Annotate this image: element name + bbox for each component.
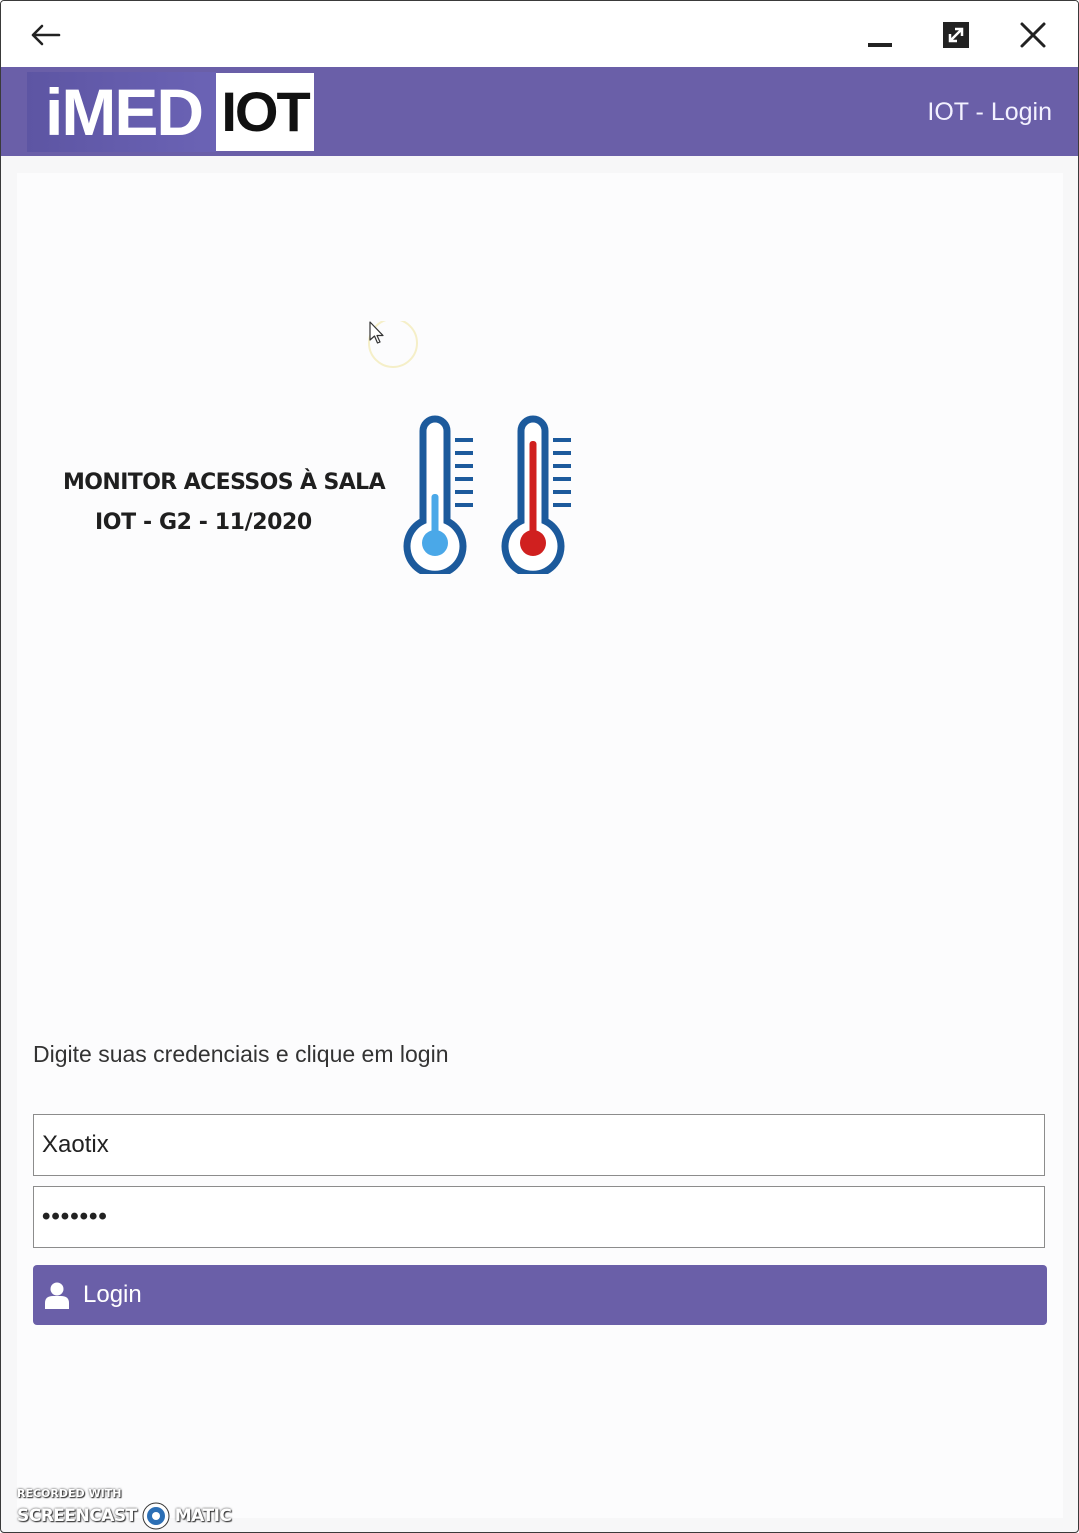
- watermark-part-2: MATIC: [174, 1506, 232, 1526]
- close-button[interactable]: [1013, 15, 1053, 55]
- logo-imed-text: iMED: [27, 72, 216, 152]
- password-input[interactable]: •••••••: [33, 1186, 1045, 1248]
- thermometer-hot-icon: [501, 415, 571, 574]
- window-titlebar: [1, 1, 1078, 67]
- close-icon: [1020, 22, 1046, 48]
- minimize-button[interactable]: [859, 15, 899, 55]
- maximize-button[interactable]: [936, 15, 976, 55]
- app-header: iMED IOT IOT - Login: [1, 67, 1078, 156]
- imed-iot-logo: iMED IOT: [27, 72, 314, 152]
- maximize-icon: [943, 22, 969, 48]
- page-title: IOT - Login: [927, 98, 1052, 126]
- watermark-part-1: SCREENCAST: [17, 1506, 137, 1526]
- banner-line-1: MONITOR ACESSOS À SALA: [63, 470, 386, 495]
- login-content: MONITOR ACESSOS À SALA IOT - G2 - 11/202…: [17, 173, 1063, 1518]
- banner-title: MONITOR ACESSOS À SALA IOT - G2 - 11/202…: [63, 463, 403, 543]
- login-button[interactable]: Login: [33, 1265, 1047, 1325]
- arrow-left-icon: [31, 24, 61, 46]
- minimize-icon: [868, 43, 892, 47]
- logo-iot-text: IOT: [216, 73, 314, 151]
- login-instruction: Digite suas credenciais e clique em logi…: [33, 1041, 449, 1067]
- watermark-recorded-with: RECORDED WITH: [17, 1487, 122, 1500]
- banner-line-2: IOT - G2 - 11/2020: [95, 510, 312, 535]
- username-input[interactable]: Xaotix: [33, 1114, 1045, 1176]
- screencast-logo-icon: [142, 1502, 170, 1530]
- user-icon: [45, 1282, 69, 1309]
- app-window: iMED IOT IOT - Login MONITOR ACESSOS À S…: [0, 0, 1079, 1533]
- login-button-label: Login: [83, 1281, 142, 1308]
- mouse-cursor-icon: [367, 318, 427, 386]
- screencast-watermark: RECORDED WITH SCREENCAST MATIC: [17, 1487, 232, 1531]
- back-button[interactable]: [25, 15, 65, 55]
- thermometer-cold-icon: [403, 415, 473, 574]
- watermark-brand: SCREENCAST MATIC: [17, 1501, 232, 1531]
